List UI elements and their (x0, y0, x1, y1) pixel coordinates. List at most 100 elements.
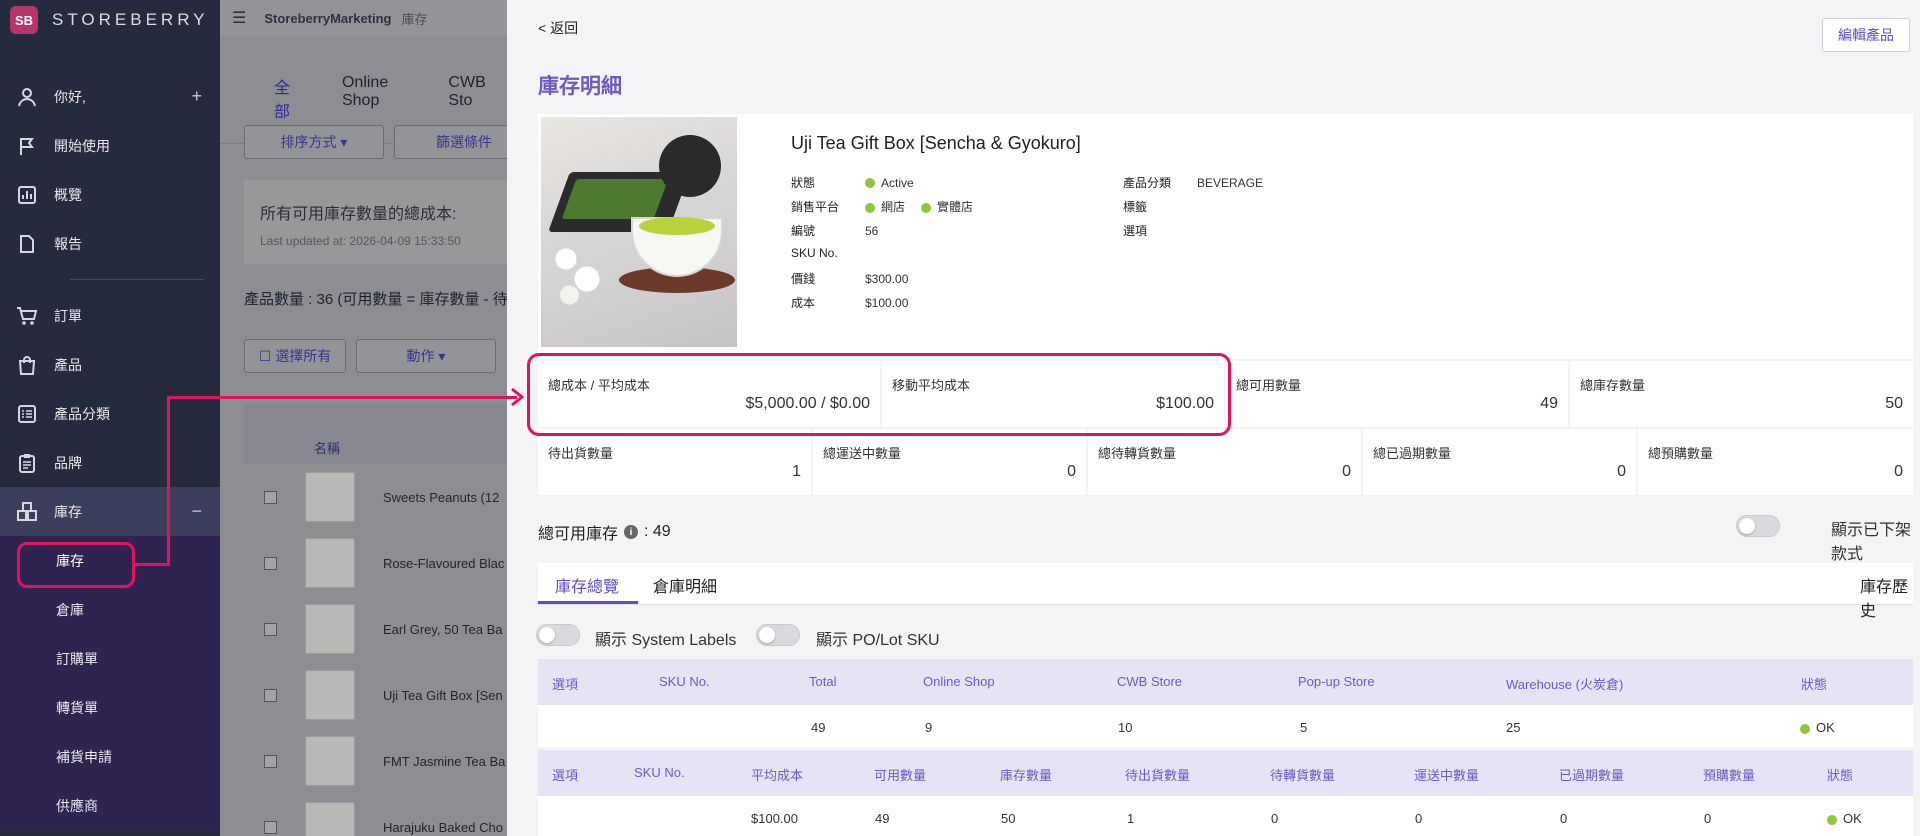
col-pending-ship: 待出貨數量 (1125, 768, 1191, 783)
stat-total-stock: 總庫存數量 50 (1570, 361, 1913, 427)
highlight-sub-inventory (17, 542, 135, 588)
topbar: ☰ StoreberryMarketing 庫存 (220, 0, 510, 36)
total-cost-summary: 所有可用庫存數量的總成本: Last updated at: 2026-04-0… (244, 180, 510, 264)
sub-item-transfers[interactable]: 轉貨單 (0, 683, 220, 732)
row-checkbox[interactable] (264, 622, 277, 636)
col-pending-transfer: 待轉貨數量 (1270, 768, 1336, 783)
available-value: : 49 (644, 523, 671, 540)
inventory-tabs: 庫存總覽 倉庫明細 庫存歷史 (538, 563, 1913, 620)
table-row[interactable]: Rose-Flavoured Blac (244, 530, 510, 596)
row-checkbox[interactable] (264, 820, 277, 834)
col-name: 名稱 (314, 441, 341, 456)
sidebar-item-overview[interactable]: 概覽 (0, 170, 220, 219)
inventory-list-view: ☰ StoreberryMarketing 庫存 全部 Online Shop … (220, 0, 510, 836)
tag-label: 標籤 (1123, 200, 1148, 214)
sidebar-item-brands[interactable]: 品牌 (0, 438, 220, 487)
sidebar-item-label: 產品 (54, 356, 82, 373)
row-checkbox[interactable] (264, 754, 277, 768)
sidebar-item-products[interactable]: 產品 (0, 340, 220, 389)
row-checkbox[interactable] (264, 490, 277, 504)
info-icon[interactable]: i (624, 525, 639, 539)
tag-field: 標籤 (1123, 198, 1191, 215)
table-row[interactable]: FMT Jasmine Tea Ba (244, 728, 510, 794)
product-image (541, 117, 737, 347)
collapse-icon[interactable]: − (191, 501, 202, 522)
cell-online-shop: 9 (925, 720, 933, 735)
sort-button[interactable]: 排序方式 ▾ (244, 125, 384, 159)
logo-mark: SB (10, 6, 38, 34)
status-value: Active (881, 175, 914, 190)
tab-warehouse-detail[interactable]: 倉庫明細 (653, 573, 717, 597)
channel-label: 銷售平台 (791, 200, 840, 214)
menu-toggle-icon[interactable]: ☰ (232, 8, 246, 28)
product-thumbnail (305, 802, 355, 836)
row-checkbox[interactable] (264, 688, 277, 702)
product-thumbnail (305, 538, 355, 588)
col-total: Total (809, 674, 837, 689)
cost-label: 成本 (791, 296, 816, 310)
col-avg-cost: 平均成本 (751, 768, 804, 783)
table-row[interactable]: Earl Grey, 50 Tea Ba (244, 596, 510, 662)
stat-preorder: 總預購數量 0 (1638, 429, 1913, 495)
cost-detail-table: 選項 SKU No. 平均成本 可用數量 庫存數量 待出貨數量 待轉貨數量 運送… (538, 750, 1913, 836)
breadcrumb: 庫存 (401, 11, 428, 27)
col-in-transit: 運送中數量 (1414, 768, 1480, 783)
document-icon (16, 233, 38, 255)
add-icon[interactable]: + (191, 86, 202, 107)
product-name: Harajuku Baked Cho (383, 819, 503, 835)
product-thumbnail (305, 736, 355, 786)
connector-line (167, 396, 170, 566)
sub-item-warehouse[interactable]: 倉庫 (0, 585, 220, 634)
stat-value: 0 (1894, 463, 1903, 480)
stat-total-available: 總可用數量 49 (1226, 361, 1568, 427)
channel-badge: 網店 (865, 198, 905, 215)
sub-item-label: 供應商 (56, 797, 98, 814)
logo[interactable]: SB STOREBERRY (0, 0, 220, 40)
po-lot-label: 顯示 PO/Lot SKU (816, 632, 940, 649)
po-lot-toggle[interactable] (756, 624, 800, 646)
stat-pending-ship: 待出貨數量 1 (538, 429, 811, 495)
table-row[interactable]: Sweets Peanuts (12 (244, 464, 510, 530)
category-label: 產品分類 (1123, 176, 1172, 190)
sub-item-restock[interactable]: 補貨申請 (0, 732, 220, 781)
filter-button[interactable]: 篩選條件 (394, 125, 510, 159)
cell-expired: 0 (1560, 811, 1568, 826)
cart-icon (16, 305, 38, 327)
tab-inventory-overview[interactable]: 庫存總覽 (555, 573, 619, 597)
id-label: 編號 (791, 224, 816, 238)
user-icon (16, 86, 38, 108)
table-row[interactable]: Uji Tea Gift Box [Sen (244, 662, 510, 728)
sidebar-item-greeting[interactable]: 你好, + (0, 72, 220, 121)
show-delisted-toggle[interactable] (1736, 515, 1780, 537)
system-labels-toggle[interactable] (536, 624, 580, 646)
tab-inventory-history[interactable]: 庫存歷史 (1860, 573, 1913, 621)
chart-icon (16, 184, 38, 206)
stat-label: 總可用數量 (1236, 378, 1302, 393)
sidebar-item-reports[interactable]: 報告 (0, 219, 220, 268)
cell-available: 49 (875, 811, 890, 826)
action-button[interactable]: 動作 ▾ (356, 339, 496, 373)
sub-item-suppliers[interactable]: 供應商 (0, 781, 220, 830)
cell-pending-ship: 1 (1127, 811, 1135, 826)
cell-stock: 50 (1001, 811, 1016, 826)
status-badge: OK (1800, 720, 1835, 735)
back-link[interactable]: < 返回 (538, 18, 578, 38)
sidebar-item-get-started[interactable]: 開始使用 (0, 121, 220, 170)
stat-label: 總預購數量 (1648, 446, 1714, 461)
highlight-cost-stats (527, 353, 1231, 436)
table-row[interactable]: Harajuku Baked Cho (244, 794, 510, 836)
sidebar-item-orders[interactable]: 訂單 (0, 291, 220, 340)
row-checkbox[interactable] (264, 556, 277, 570)
sidebar-item-label: 開始使用 (54, 137, 110, 154)
select-all-button[interactable]: ☐ 選擇所有 (244, 339, 346, 373)
sub-item-label: 訂購單 (56, 650, 98, 667)
stat-label: 待出貨數量 (548, 446, 614, 461)
sub-item-purchase-orders[interactable]: 訂購單 (0, 634, 220, 683)
col-option: 選項 (552, 677, 579, 692)
sidebar-item-inventory[interactable]: 庫存 − (0, 487, 220, 536)
edit-product-button[interactable]: 編輯產品 (1822, 18, 1910, 52)
cost-field: 成本 $100.00 (791, 294, 908, 311)
stat-value: 50 (1885, 395, 1903, 412)
sidebar-item-label: 你好, (54, 88, 86, 105)
col-expired: 已過期數量 (1559, 768, 1625, 783)
